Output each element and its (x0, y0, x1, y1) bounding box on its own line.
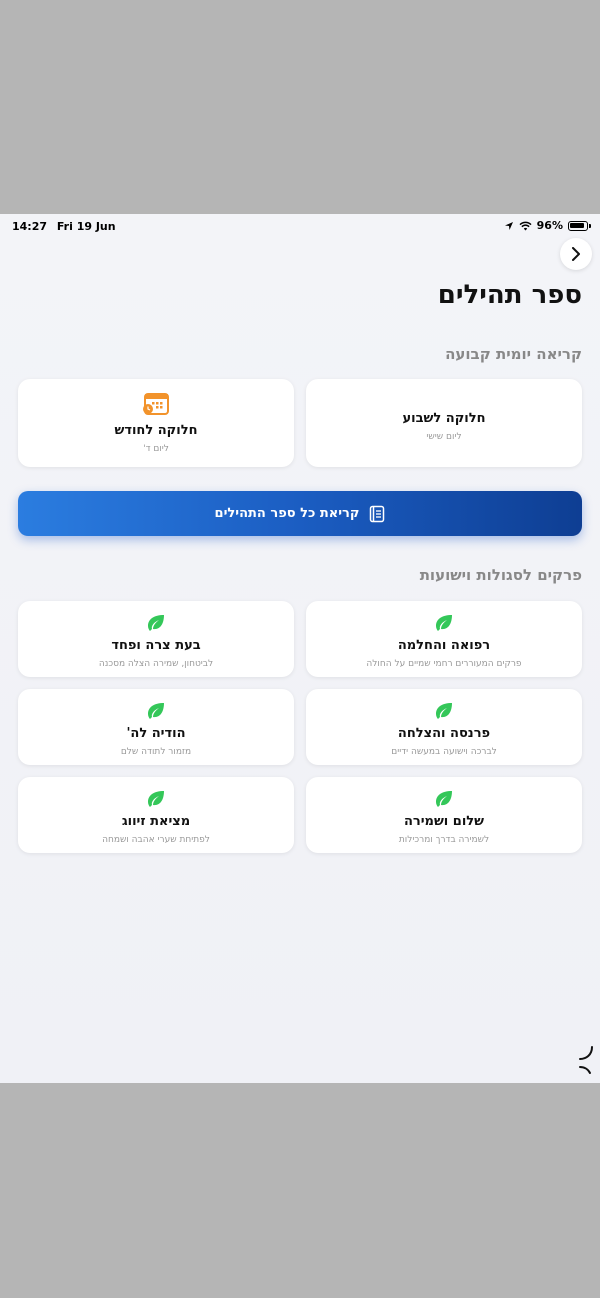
segula-card-thanks[interactable]: הודיה לה' מזמור לתודה שלם (18, 689, 294, 765)
segula-card-title: פרנסה והצלחה (397, 726, 491, 741)
segula-card-title: הודיה לה' (126, 726, 186, 741)
segula-card-distress[interactable]: בעת צרה ופחד לביטחון, שמירה הצלה מסכנה (18, 601, 294, 677)
wifi-icon (519, 221, 532, 230)
status-bar: 14:27 Fri 19 Jun 96% (0, 214, 600, 238)
segula-card-livelihood[interactable]: פרנסה והצלחה לברכה וישועה במעשה ידיים (306, 689, 582, 765)
weekly-card-subtitle: ליום שישי (426, 432, 462, 442)
read-all-button[interactable]: קריאת כל ספר התהילים (18, 491, 582, 536)
segula-card-subtitle: מזמור לתודה שלם (120, 747, 192, 757)
read-all-label: קריאת כל ספר התהילים (214, 506, 360, 521)
segula-card-subtitle: לברכה וישועה במעשה ידיים (391, 747, 497, 757)
calendar-icon (143, 393, 169, 415)
segula-card-title: מציאת זיווג (121, 814, 191, 829)
battery-percent: 96% (536, 219, 563, 232)
leaf-icon (148, 791, 164, 807)
leaf-icon (436, 703, 452, 719)
monthly-division-card[interactable]: חלוקה לחודש ליום ד' (18, 379, 294, 467)
book-icon (370, 505, 385, 522)
segula-card-title: שלום ושמירה (403, 814, 485, 829)
segula-card-subtitle: לשמירה בדרך ומרכילות (398, 835, 490, 845)
weekly-division-card[interactable]: חלוקה לשבוע ליום שישי (306, 379, 582, 467)
daily-section-title: קריאה יומית קבועה (445, 345, 582, 363)
segula-card-peace[interactable]: שלום ושמירה לשמירה בדרך ומרכילות (306, 777, 582, 853)
monthly-card-subtitle: ליום ד' (143, 444, 169, 454)
app-screen: 14:27 Fri 19 Jun 96% ספר תהילים קריאה יו… (0, 214, 600, 1083)
segula-card-title: בעת צרה ופחד (111, 638, 201, 653)
segula-card-match[interactable]: מציאת זיווג לפתיחת שערי אהבה ושמחה (18, 777, 294, 853)
leaf-icon (436, 615, 452, 631)
segula-card-subtitle: לביטחון, שמירה הצלה מסכנה (98, 659, 214, 669)
segulot-section-title: פרקים לסגולות וישועות (419, 566, 582, 584)
segula-card-subtitle: לפתיחת שערי אהבה ושמחה (102, 835, 210, 845)
location-icon (504, 221, 513, 230)
weekly-card-title: חלוקה לשבוע (402, 411, 486, 426)
status-time: 14:27 (12, 220, 48, 233)
chevron-right-icon (572, 247, 580, 261)
leaf-icon (436, 791, 452, 807)
leaf-icon (148, 703, 164, 719)
battery-icon (568, 220, 591, 231)
leaf-icon (148, 615, 164, 631)
page-title: ספר תהילים (437, 280, 582, 310)
back-button[interactable] (560, 238, 592, 270)
monthly-card-title: חלוקה לחודש (114, 423, 198, 438)
scroll-indicator-icon (579, 1046, 593, 1074)
status-date: Fri 19 Jun (56, 220, 116, 233)
segula-card-subtitle: פרקים המעוררים רחמי שמיים על החולה (366, 659, 522, 669)
segula-card-healing[interactable]: רפואה והחלמה פרקים המעוררים רחמי שמיים ע… (306, 601, 582, 677)
segula-card-title: רפואה והחלמה (397, 638, 491, 653)
